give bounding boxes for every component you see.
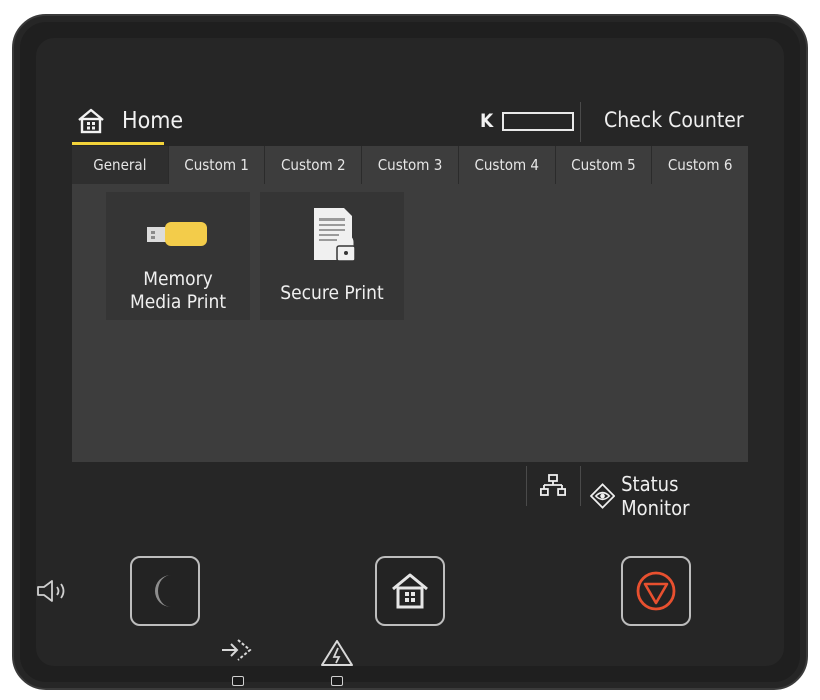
data-led [232,676,244,686]
status-bar: Status Monitor [72,462,748,520]
home-button[interactable] [375,556,445,626]
home-icon [78,108,104,134]
status-divider [580,466,581,506]
home-tab-indicator [72,142,164,145]
toner-bar [502,111,574,131]
network-icon[interactable] [540,474,566,498]
tab-custom-1[interactable]: Custom 1 [169,146,266,184]
sleep-button[interactable] [130,556,200,626]
usb-drive-icon [147,222,207,246]
memory-media-print-button[interactable]: Memory Media Print [106,192,250,320]
status-monitor-label: Status Monitor [621,472,690,520]
home-icon [392,573,428,609]
screen-header: Home K Check Counter [72,98,748,145]
memory-media-print-label-line1: Memory [143,268,213,290]
secure-print-button[interactable]: Secure Print [260,192,404,320]
data-indicator-icon [222,639,252,661]
tab-custom-6[interactable]: Custom 6 [652,146,748,184]
check-counter-button[interactable]: Check Counter [604,108,744,132]
error-led [331,676,343,686]
speaker-icon [37,580,65,602]
tab-custom-2[interactable]: Custom 2 [265,146,363,184]
status-divider [526,466,527,506]
touch-screen: Home K Check Counter General Custom 1 Cu… [72,98,748,520]
memory-media-print-label-line2: Media Print [129,291,227,313]
tab-custom-4[interactable]: Custom 4 [459,146,556,184]
tab-general[interactable]: General [72,146,169,184]
home-label: Home [122,108,184,134]
home-tab[interactable]: Home [72,98,183,144]
secure-document-icon [314,208,356,262]
tab-custom-3[interactable]: Custom 3 [362,146,459,184]
tab-custom-5[interactable]: Custom 5 [556,146,653,184]
toner-level: K [480,110,574,132]
secure-print-label: Secure Print [280,282,384,304]
status-monitor-button[interactable]: Status Monitor [590,472,748,520]
stop-button[interactable] [621,556,691,626]
error-indicator-icon [321,640,353,666]
sleep-icon [155,575,171,607]
tab-bar: General Custom 1 Custom 2 Custom 3 Custo… [72,146,748,184]
home-content: Memory Media Print Secure Print [72,184,748,462]
stop-icon [636,571,676,611]
eye-icon [590,483,616,509]
header-divider [580,102,581,142]
toner-color-label: K [480,110,494,132]
